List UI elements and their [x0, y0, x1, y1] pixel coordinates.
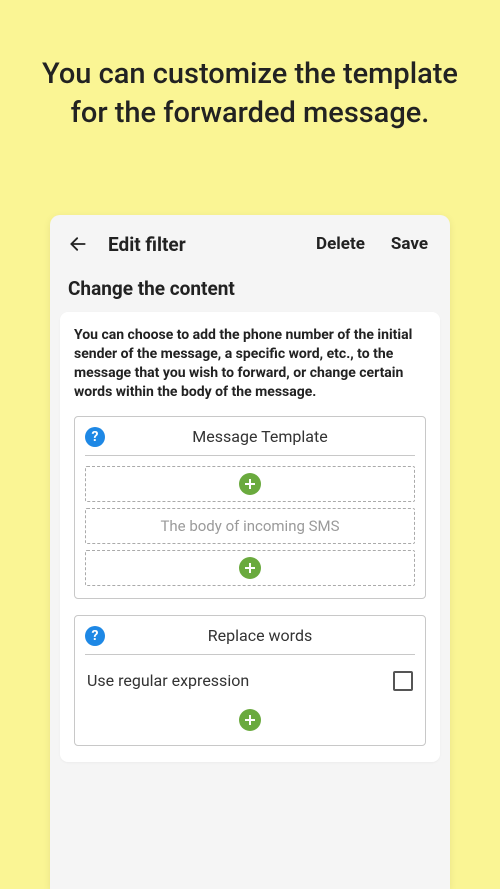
template-body-placeholder: The body of incoming SMS: [160, 517, 339, 535]
regex-checkbox[interactable]: [393, 671, 413, 691]
plus-icon: [239, 557, 261, 579]
plus-icon: [239, 473, 261, 495]
app-screen: Edit filter Delete Save Change the conte…: [50, 215, 450, 889]
promo-line-1: You can customize the template: [20, 55, 480, 94]
content-card: You can choose to add the phone number o…: [60, 312, 440, 762]
promo-line-2: for the forwarded message.: [20, 94, 480, 133]
regex-label: Use regular expression: [87, 671, 249, 690]
regex-row[interactable]: Use regular expression: [85, 665, 415, 705]
template-body-slot[interactable]: The body of incoming SMS: [85, 508, 415, 544]
message-template-header: ? Message Template: [85, 427, 415, 456]
save-button[interactable]: Save: [383, 228, 436, 260]
add-template-slot-before[interactable]: [85, 466, 415, 502]
section-title: Change the content: [50, 273, 450, 312]
app-bar: Edit filter Delete Save: [50, 215, 450, 273]
promo-heading: You can customize the template for the f…: [0, 0, 500, 133]
help-icon[interactable]: ?: [85, 427, 105, 447]
replace-words-title: Replace words: [105, 626, 415, 645]
help-icon[interactable]: ?: [85, 626, 105, 646]
message-template-title: Message Template: [105, 427, 415, 446]
message-template-panel: ? Message Template The body of incoming …: [74, 416, 426, 599]
section-description: You can choose to add the phone number o…: [74, 326, 426, 402]
add-replacement-row: [85, 705, 415, 733]
replace-words-panel: ? Replace words Use regular expression: [74, 615, 426, 746]
delete-button[interactable]: Delete: [308, 228, 373, 260]
replace-words-header: ? Replace words: [85, 626, 415, 655]
plus-icon[interactable]: [239, 709, 261, 731]
page-title: Edit filter: [108, 233, 186, 256]
add-template-slot-after[interactable]: [85, 550, 415, 586]
back-icon[interactable]: [64, 234, 92, 254]
